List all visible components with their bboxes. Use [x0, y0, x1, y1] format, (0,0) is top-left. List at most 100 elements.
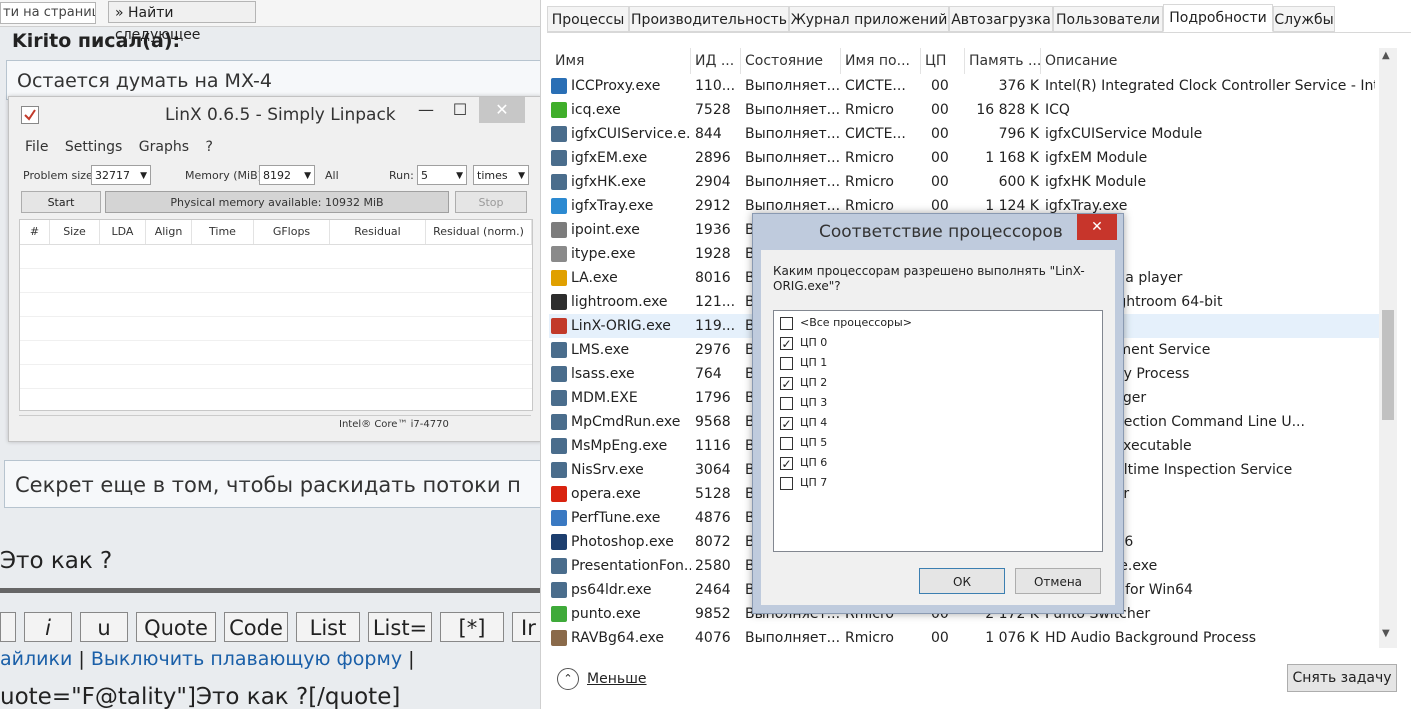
- column-header[interactable]: Size: [50, 220, 100, 244]
- stop-button[interactable]: Stop: [455, 191, 527, 213]
- memory-all-checkbox[interactable]: All: [325, 169, 339, 182]
- vertical-scrollbar[interactable]: ▲ ▼: [1379, 48, 1397, 648]
- column-cpu[interactable]: ЦП: [921, 48, 965, 74]
- scrollbar-thumb[interactable]: [1382, 310, 1394, 420]
- tab-processes[interactable]: Процессы: [547, 6, 629, 32]
- process-desc: Intel(R) Integrated Clock Controller Ser…: [1045, 78, 1375, 94]
- column-description[interactable]: Описание: [1041, 48, 1379, 74]
- format-button-b[interactable]: [0, 612, 16, 642]
- checkbox-checked-icon[interactable]: ✓: [780, 416, 793, 430]
- format-button-italic[interactable]: i: [24, 612, 72, 642]
- process-icon: [551, 78, 567, 94]
- process-row[interactable]: igfxEM.exe 2896 Выполняет... Rmicro 00 1 168 …: [549, 146, 1379, 170]
- checkbox-unchecked-icon[interactable]: [780, 316, 793, 330]
- column-header[interactable]: Residual (norm.): [426, 220, 532, 244]
- column-header[interactable]: Time: [192, 220, 254, 244]
- column-header[interactable]: Residual: [330, 220, 426, 244]
- linx-titlebar[interactable]: LinX 0.6.5 - Simply Linpack — ☐ ✕: [9, 97, 541, 131]
- column-header[interactable]: LDA: [100, 220, 146, 244]
- processor-checkbox-item[interactable]: ✓ ЦП 2: [780, 373, 827, 393]
- process-pid: 2464: [695, 582, 731, 598]
- process-pid: 3064: [695, 462, 731, 478]
- close-button[interactable]: ✕: [479, 97, 525, 123]
- smilies-link[interactable]: айлики: [0, 648, 72, 670]
- memory-combo[interactable]: 8192 ▼: [259, 165, 315, 185]
- menu-graphs[interactable]: Graphs: [139, 139, 189, 155]
- checkbox-unchecked-icon[interactable]: [780, 476, 793, 490]
- quote-block: Остается думать на MX-4: [6, 60, 540, 100]
- format-button-list[interactable]: List: [296, 612, 360, 642]
- scroll-up-icon[interactable]: ▲: [1382, 50, 1390, 61]
- column-status[interactable]: Состояние: [741, 48, 841, 74]
- processor-checkbox-item[interactable]: ЦП 5: [780, 433, 827, 453]
- process-pid: 2976: [695, 342, 731, 358]
- find-next-button[interactable]: » Найти следующее: [108, 1, 256, 43]
- process-state: Выполняет...: [745, 174, 841, 190]
- process-name: MpCmdRun.exe: [571, 414, 681, 430]
- tab-startup[interactable]: Автозагрузка: [949, 6, 1053, 32]
- tab-performance[interactable]: Производительность: [629, 6, 789, 32]
- format-button-list-item[interactable]: [*]: [440, 612, 504, 642]
- checkbox-checked-icon[interactable]: ✓: [780, 456, 793, 470]
- tab-details[interactable]: Подробности: [1163, 4, 1273, 32]
- format-button-quote[interactable]: Quote: [136, 612, 216, 642]
- results-table: # Size LDA Align Time GFlops Residual Re…: [19, 219, 533, 411]
- scroll-down-icon[interactable]: ▼: [1382, 628, 1390, 639]
- column-pid[interactable]: ИД ...: [691, 48, 741, 74]
- processor-checkbox-item[interactable]: ✓ ЦП 0: [780, 333, 827, 353]
- start-button[interactable]: Start: [21, 191, 101, 213]
- menu-settings[interactable]: Settings: [65, 139, 122, 155]
- process-icon: [551, 102, 567, 118]
- processor-checkbox-item[interactable]: <Все процессоры>: [780, 313, 912, 333]
- format-button-list-eq[interactable]: List=: [368, 612, 432, 642]
- format-button-img[interactable]: Ir: [512, 612, 540, 642]
- problem-size-combo[interactable]: 32717 ▼: [91, 165, 151, 185]
- column-header[interactable]: GFlops: [254, 220, 330, 244]
- checkbox-unchecked-icon[interactable]: [780, 356, 793, 370]
- run-unit-combo[interactable]: times ▼: [473, 165, 529, 185]
- find-input[interactable]: ти на страниц: [0, 2, 96, 24]
- tab-app-history[interactable]: Журнал приложений: [789, 6, 949, 32]
- format-button-code[interactable]: Code: [224, 612, 288, 642]
- format-button-underline[interactable]: u: [80, 612, 128, 642]
- close-button[interactable]: ✕: [1077, 214, 1117, 240]
- column-name[interactable]: Имя: [551, 48, 691, 74]
- column-header[interactable]: Align: [146, 220, 192, 244]
- process-row[interactable]: ICCProxy.exe 110... Выполняет... СИСТЕ... 00…: [549, 74, 1379, 98]
- message-textarea[interactable]: uote="F@tality"]Это как ?[/quote]: [0, 684, 400, 709]
- column-user[interactable]: Имя по...: [841, 48, 921, 74]
- menu-file[interactable]: File: [25, 139, 48, 155]
- processor-checkbox-item[interactable]: ЦП 1: [780, 353, 827, 373]
- processor-checkbox-item[interactable]: ЦП 7: [780, 473, 827, 493]
- process-pid: 1116: [695, 438, 731, 454]
- checkbox-checked-icon[interactable]: ✓: [780, 376, 793, 390]
- tab-users[interactable]: Пользователи: [1053, 6, 1163, 32]
- checkbox-unchecked-icon[interactable]: [780, 436, 793, 450]
- column-header[interactable]: #: [20, 220, 50, 244]
- run-count-combo[interactable]: 5 ▼: [417, 165, 467, 185]
- fewer-details-button[interactable]: ⌃ Меньше: [557, 668, 647, 690]
- process-mem: 796 K: [998, 126, 1039, 142]
- reply-text: Это как ?: [0, 548, 113, 574]
- process-row[interactable]: RAVBg64.exe 4076 Выполняет... Rmicro 00 1 076…: [549, 626, 1379, 650]
- process-row[interactable]: igfxHK.exe 2904 Выполняет... Rmicro 00 600 K i…: [549, 170, 1379, 194]
- tab-services[interactable]: Службы: [1273, 6, 1335, 32]
- process-row[interactable]: igfxCUIService.e... 844 Выполняет... СИСТЕ.…: [549, 122, 1379, 146]
- processor-checkbox-item[interactable]: ✓ ЦП 6: [780, 453, 827, 473]
- process-desc: ICQ: [1045, 102, 1070, 118]
- processor-checkbox-item[interactable]: ✓ ЦП 4: [780, 413, 827, 433]
- process-mem: 600 K: [998, 174, 1039, 190]
- toggle-float-link[interactable]: Выключить плавающую форму: [91, 648, 402, 670]
- cancel-button[interactable]: Отмена: [1015, 568, 1101, 594]
- processor-checkbox-item[interactable]: ЦП 3: [780, 393, 827, 413]
- process-row[interactable]: icq.exe 7528 Выполняет... Rmicro 00 16 828 K I…: [549, 98, 1379, 122]
- checkbox-checked-icon[interactable]: ✓: [780, 336, 793, 350]
- maximize-button[interactable]: ☐: [437, 97, 483, 123]
- column-memory[interactable]: Память ...: [965, 48, 1041, 74]
- checkbox-unchecked-icon[interactable]: [780, 396, 793, 410]
- menu-help[interactable]: ?: [205, 139, 212, 155]
- end-task-button[interactable]: Снять задачу: [1287, 664, 1397, 692]
- affinity-dialog-title: Соответствие процессоров: [819, 222, 1063, 242]
- ok-button[interactable]: ОК: [919, 568, 1005, 594]
- process-pid: 4076: [695, 630, 731, 646]
